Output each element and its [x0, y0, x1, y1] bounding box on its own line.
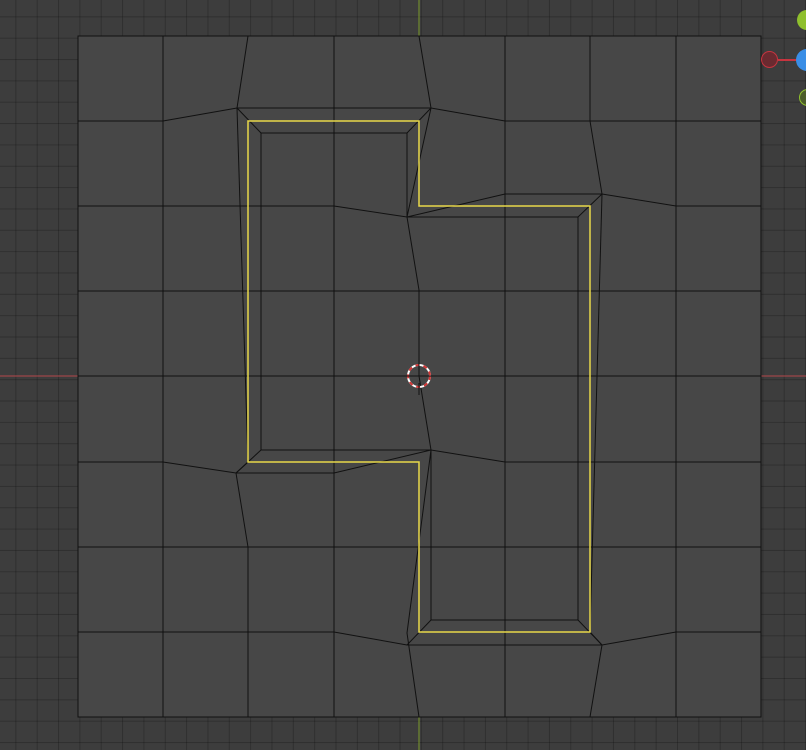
- x-axis-negative-icon[interactable]: [761, 51, 778, 68]
- 3d-viewport[interactable]: [0, 0, 806, 750]
- mesh-canvas[interactable]: [0, 0, 806, 750]
